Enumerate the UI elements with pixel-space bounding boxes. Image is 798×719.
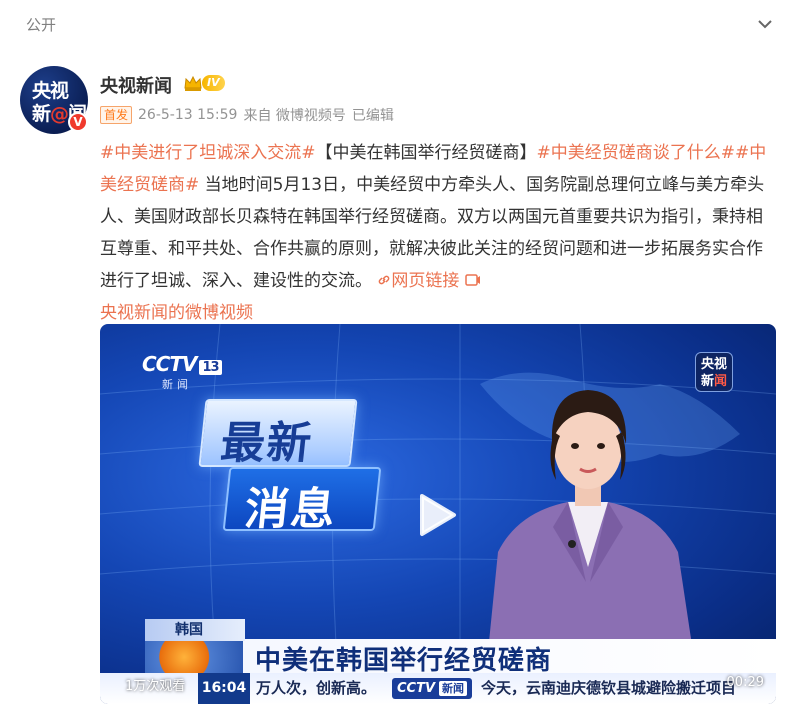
ticker-text: 万人次，创新高。 [256,679,377,697]
web-link[interactable]: 网页链接 [377,271,459,291]
breaking-news-box-top: 最新 [198,399,358,469]
level-badge: IV [202,75,225,91]
channel-subtitle: 新闻 [162,378,192,391]
visibility-label: 公开 [26,16,57,34]
post-source: 来自 微博视频号 [243,108,346,124]
verified-badge-icon: V [68,112,88,132]
news-caption: 中美在韩国举行经贸磋商 韩国 [145,619,776,676]
globe-graphic [145,639,243,675]
post-visibility-bar: 公开 [0,0,798,50]
video-player[interactable]: CCTV 13 新闻 央视 新闻 最新 消息 中美在韩国举行经贸磋商 韩国 16… [100,324,776,704]
edited-label: 已编辑 [351,108,394,124]
chevron-down-icon[interactable] [755,14,775,34]
ticker-logo: CCTV 新闻 [392,678,473,699]
link-icon [379,275,390,285]
topic-link[interactable]: #中美经贸磋商谈了什么# [537,143,736,163]
play-icon[interactable] [418,492,458,538]
video-source-link[interactable]: 央视新闻的微博视频 [100,303,253,323]
crown-icon [184,75,202,91]
ticker-text: 今天，云南迪庆德钦县城避险搬迁项目 [481,679,737,697]
news-anchor-image [488,390,693,652]
view-count: 1万次观看 [125,679,186,694]
channel-logo: CCTV 13 [142,352,222,376]
topic-link[interactable]: #中美进行了坦诚深入交流# [100,143,316,163]
post-title: 【中美在韩国举行经贸磋商】 [315,143,537,163]
news-headline: 中美在韩国举行经贸磋商 [255,646,553,676]
breaking-news-box-bottom: 消息 [222,467,382,535]
ticker-time: 16:04 [198,673,250,704]
first-publish-tag: 首发 [100,106,133,124]
video-duration: 00:29 [726,675,764,690]
news-ticker: 16:04 万人次，创新高。 CCTV 新闻 今天，云南迪庆德钦县城避险搬迁项目 [100,673,776,704]
post-time[interactable]: 26-5-13 15:59 [138,107,237,123]
location-tag: 韩国 [145,619,245,641]
author-name[interactable]: 央视新闻 [100,72,172,98]
post-meta: 首发 26-5-13 15:59 来自 微博视频号 已编辑 [100,105,394,125]
headline-band: 中美在韩国举行经贸磋商 [145,639,776,676]
video-link-icon [465,274,480,286]
post-content: #中美进行了坦诚深入交流#【中美在韩国举行经贸磋商】#中美经贸磋商谈了什么##中… [100,137,772,329]
